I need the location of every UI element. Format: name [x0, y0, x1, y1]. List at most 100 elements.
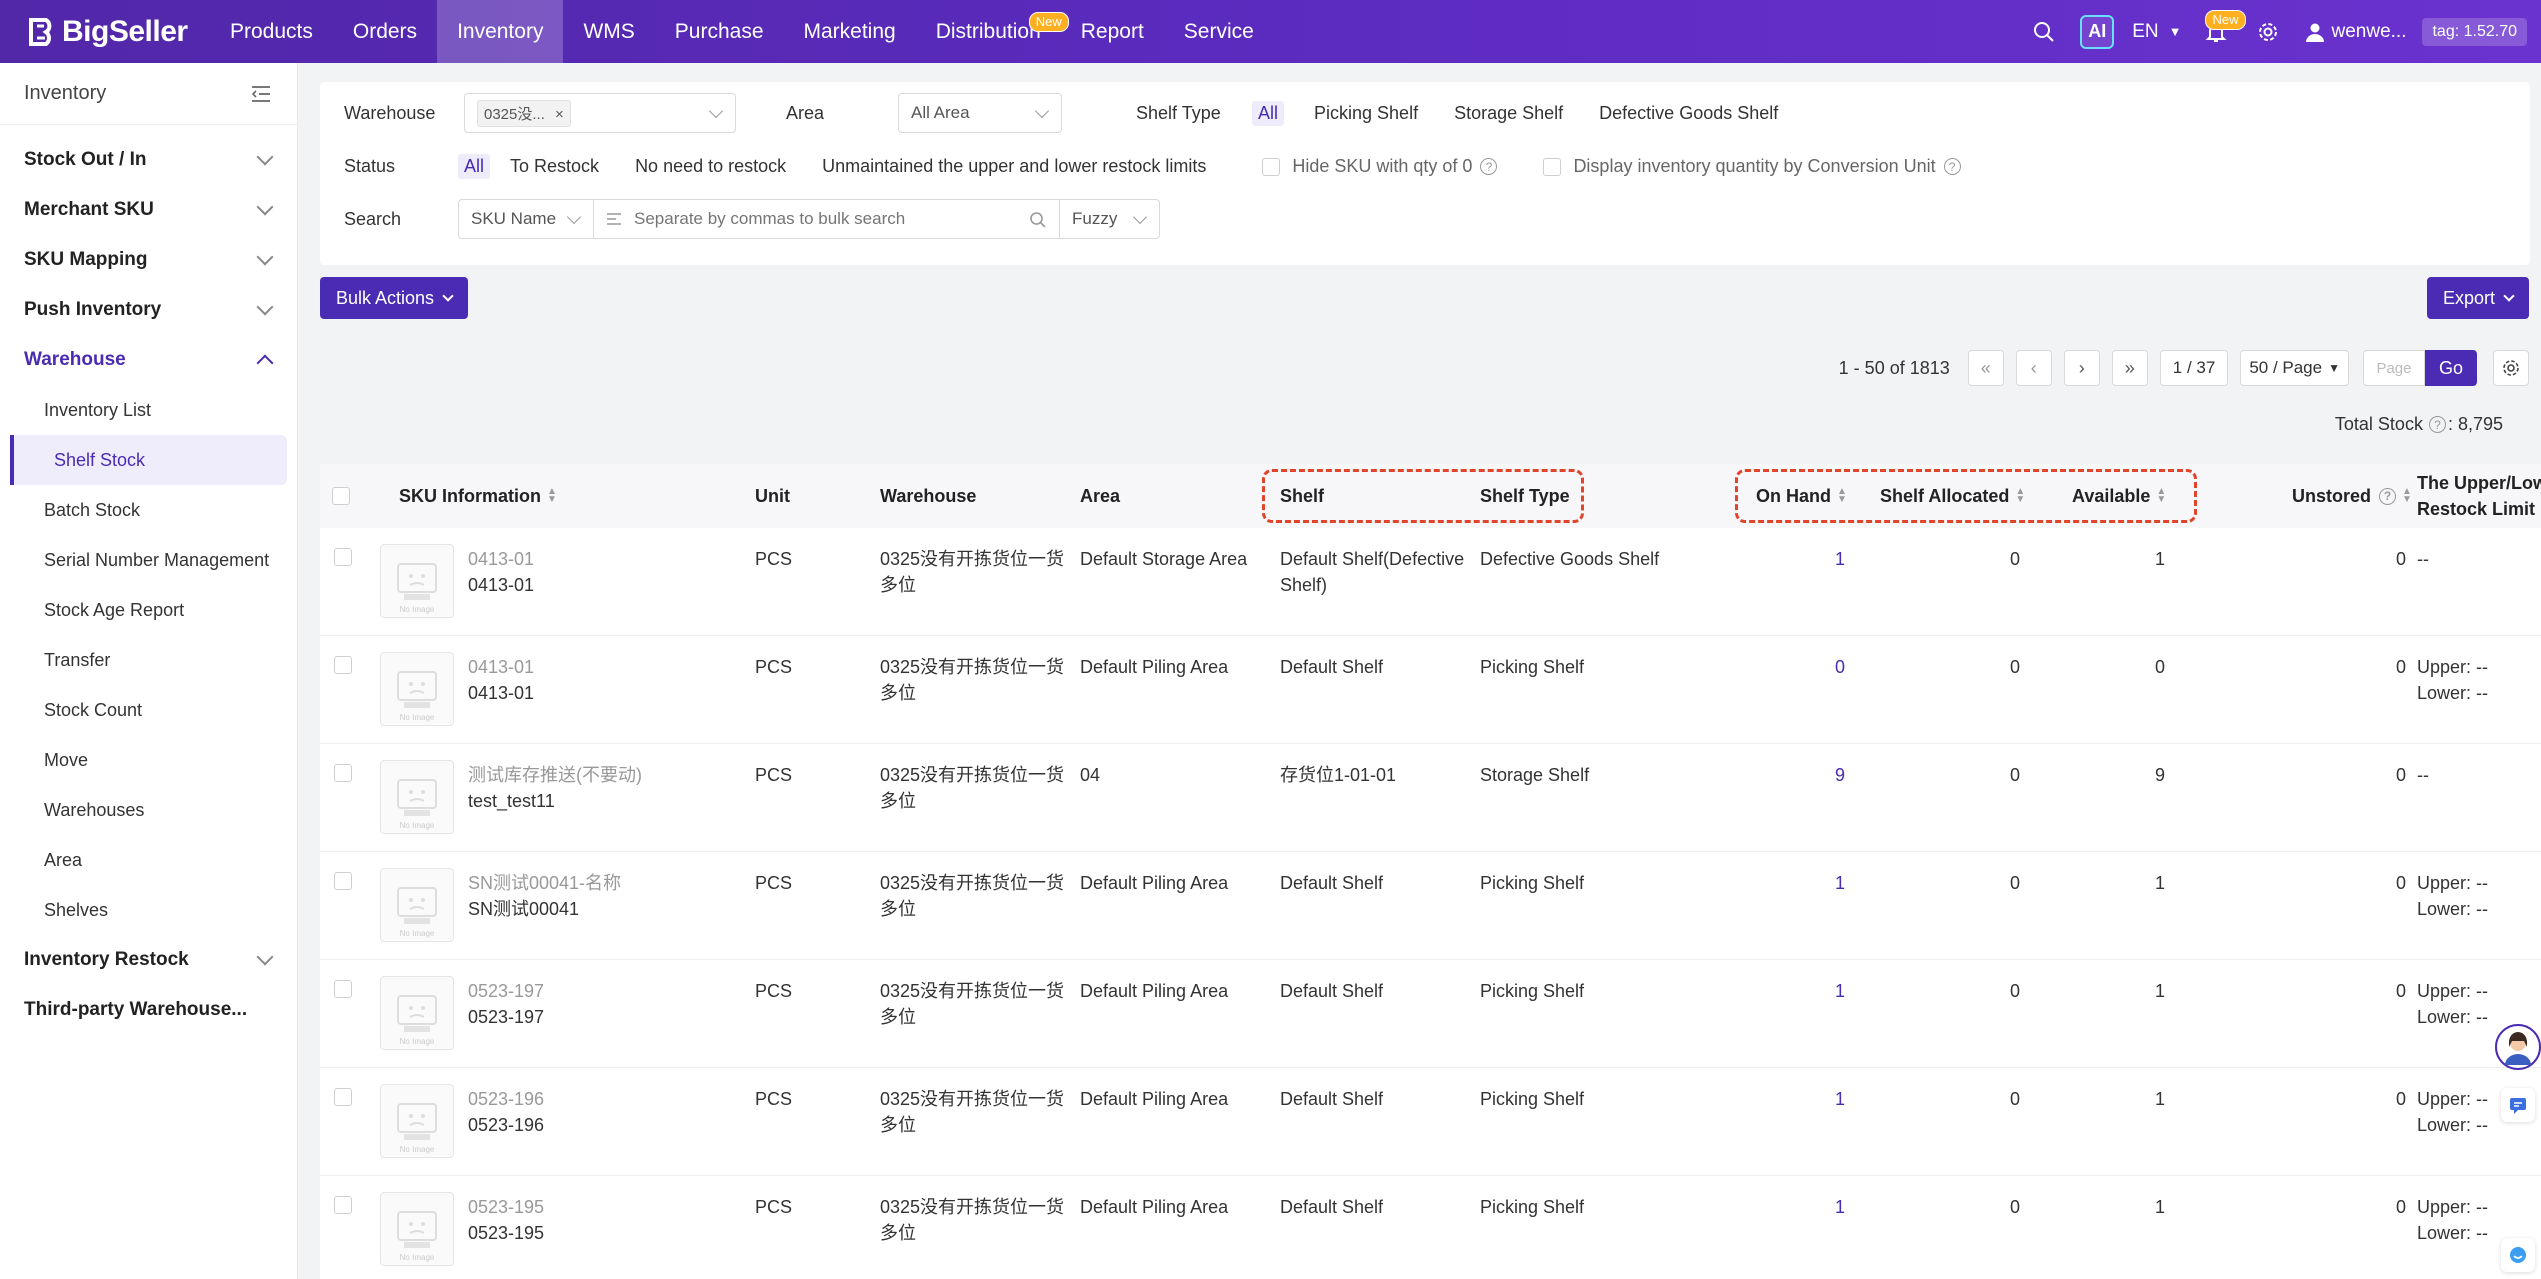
search-icon[interactable] — [2024, 12, 2064, 52]
status-option-to-restock[interactable]: To Restock — [504, 154, 605, 179]
on-hand-link[interactable]: 1 — [1720, 1086, 1845, 1112]
shelf-type-option-all[interactable]: All — [1252, 100, 1285, 126]
search-field-select[interactable]: SKU Name — [458, 199, 594, 239]
page-size-select[interactable]: 50 / Page ▼ — [2240, 350, 2349, 386]
language-selector[interactable]: EN ▼ — [2132, 21, 2181, 43]
collapse-menu-icon[interactable] — [251, 85, 271, 103]
row-checkbox[interactable] — [334, 656, 352, 674]
shelf-type-option-storage[interactable]: Storage Shelf — [1448, 101, 1569, 126]
nav-service[interactable]: Service — [1164, 0, 1274, 63]
hide-zero-checkbox[interactable] — [1262, 157, 1281, 176]
brand-logo[interactable]: BigSeller — [0, 15, 210, 49]
sidebar-item-serial-number-management[interactable]: Serial Number Management — [0, 535, 287, 585]
sidebar-group-merchant-sku[interactable]: Merchant SKU — [0, 185, 297, 235]
on-hand-link[interactable]: 1 — [1720, 546, 1845, 572]
last-page-icon[interactable]: » — [2111, 350, 2148, 386]
row-checkbox[interactable] — [334, 548, 352, 566]
row-checkbox[interactable] — [334, 764, 352, 782]
sidebar-item-shelf-stock[interactable]: Shelf Stock — [10, 435, 287, 485]
status-option-no-need[interactable]: No need to restock — [629, 154, 792, 179]
on-hand-link[interactable]: 1 — [1720, 870, 1845, 896]
sidebar-group-warehouse[interactable]: Warehouse — [0, 335, 297, 385]
help-icon[interactable]: ? — [2379, 487, 2397, 505]
product-name-link[interactable]: 0523-195 — [468, 1194, 544, 1220]
sidebar-item-inventory-list[interactable]: Inventory List — [0, 385, 287, 435]
notification-bell-icon[interactable]: New — [2196, 9, 2246, 52]
match-mode-select[interactable]: Fuzzy — [1060, 199, 1160, 239]
sidebar-group-sku-mapping[interactable]: SKU Mapping — [0, 235, 297, 285]
sort-icon[interactable]: ▲ ▼ — [1837, 487, 1847, 505]
nav-products[interactable]: Products — [210, 0, 333, 63]
nav-orders[interactable]: Orders — [333, 0, 437, 63]
area-select[interactable]: All Area — [898, 93, 1062, 133]
search-input[interactable] — [634, 209, 1024, 229]
table-settings-icon[interactable] — [2493, 350, 2529, 386]
warehouse-select[interactable]: 0325没... × — [464, 93, 736, 133]
sidebar-item-move[interactable]: Move — [0, 735, 287, 785]
product-name-link[interactable]: SN测试00041-名称 — [468, 870, 621, 896]
nav-wms[interactable]: WMS — [563, 0, 654, 63]
on-hand-link[interactable]: 1 — [1720, 978, 1845, 1004]
help-icon[interactable]: ? — [1480, 158, 1498, 175]
help-icon[interactable]: ? — [1943, 158, 1961, 175]
close-icon[interactable]: × — [555, 106, 564, 123]
product-name-link[interactable]: 0413-01 — [468, 546, 534, 572]
shelf-type-option-defective[interactable]: Defective Goods Shelf — [1593, 101, 1784, 126]
user-menu[interactable]: wenwe... — [2304, 21, 2406, 43]
status-option-unmaintained[interactable]: Unmaintained the upper and lower restock… — [816, 154, 1212, 179]
nav-inventory[interactable]: Inventory — [437, 0, 564, 63]
sidebar-item-warehouses[interactable]: Warehouses — [0, 785, 287, 835]
header-unstored[interactable]: Unstored? ▲ ▼ — [2292, 464, 2412, 528]
product-name-link[interactable]: 0523-197 — [468, 978, 544, 1004]
sidebar-group-stock-out-in[interactable]: Stock Out / In — [0, 135, 297, 185]
row-checkbox[interactable] — [334, 1196, 352, 1214]
search-input-box[interactable] — [594, 199, 1060, 239]
nav-distribution[interactable]: Distribution New — [916, 0, 1069, 63]
support-avatar[interactable] — [2495, 1024, 2541, 1070]
settings-gear-icon[interactable] — [2248, 12, 2288, 52]
product-name-link[interactable]: 测试库存推送(不要动) — [468, 762, 642, 788]
sidebar-item-transfer[interactable]: Transfer — [0, 635, 287, 685]
row-checkbox[interactable] — [334, 980, 352, 998]
sidebar-item-batch-stock[interactable]: Batch Stock — [0, 485, 287, 535]
export-button[interactable]: Export — [2426, 277, 2529, 319]
search-icon[interactable] — [1029, 211, 1047, 229]
sidebar-item-shelves[interactable]: Shelves — [0, 885, 287, 935]
header-on-hand[interactable]: On Hand ▲ ▼ — [1756, 464, 1847, 528]
sort-icon[interactable]: ▲ ▼ — [547, 487, 557, 505]
page-jump-input[interactable]: Page — [2362, 350, 2425, 386]
sidebar-group-third-party-warehouse[interactable]: Third-party Warehouse... — [0, 985, 297, 1035]
nav-purchase[interactable]: Purchase — [655, 0, 784, 63]
sort-icon[interactable]: ▲ ▼ — [2156, 487, 2166, 505]
first-page-icon[interactable]: « — [1967, 350, 2004, 386]
header-sku-information[interactable]: SKU Information ▲ ▼ — [399, 464, 557, 528]
sort-icon[interactable]: ▲ ▼ — [2402, 487, 2412, 505]
sidebar-item-stock-age-report[interactable]: Stock Age Report — [0, 585, 287, 635]
row-checkbox[interactable] — [334, 872, 352, 890]
on-hand-link[interactable]: 1 — [1720, 1194, 1845, 1220]
ai-assistant-button[interactable]: AI — [2080, 14, 2115, 49]
select-all-checkbox[interactable] — [332, 487, 350, 505]
conversion-unit-checkbox[interactable] — [1543, 157, 1562, 176]
header-available[interactable]: Available ▲ ▼ — [2072, 464, 2166, 528]
sidebar-item-stock-count[interactable]: Stock Count — [0, 685, 287, 735]
product-name-link[interactable]: 0413-01 — [468, 654, 534, 680]
product-name-link[interactable]: 0523-196 — [468, 1086, 544, 1112]
on-hand-link[interactable]: 9 — [1720, 762, 1845, 788]
header-shelf-allocated[interactable]: Shelf Allocated ▲ ▼ — [1880, 464, 2025, 528]
sidebar-group-push-inventory[interactable]: Push Inventory — [0, 285, 297, 335]
nav-marketing[interactable]: Marketing — [784, 0, 916, 63]
on-hand-link[interactable]: 0 — [1720, 654, 1845, 680]
chat-icon[interactable] — [2501, 1088, 2535, 1122]
next-page-icon[interactable]: › — [2063, 350, 2100, 386]
prev-page-icon[interactable]: ‹ — [2015, 350, 2052, 386]
status-option-all[interactable]: All — [458, 154, 491, 179]
help-icon[interactable]: ? — [2428, 416, 2446, 433]
go-button[interactable]: Go — [2424, 350, 2477, 386]
shelf-type-option-picking[interactable]: Picking Shelf — [1308, 101, 1424, 126]
sidebar-item-area[interactable]: Area — [0, 835, 287, 885]
feedback-icon[interactable] — [2501, 1238, 2535, 1272]
nav-report[interactable]: Report — [1061, 0, 1164, 63]
sidebar-group-inventory-restock[interactable]: Inventory Restock — [0, 935, 297, 985]
row-checkbox[interactable] — [334, 1088, 352, 1106]
